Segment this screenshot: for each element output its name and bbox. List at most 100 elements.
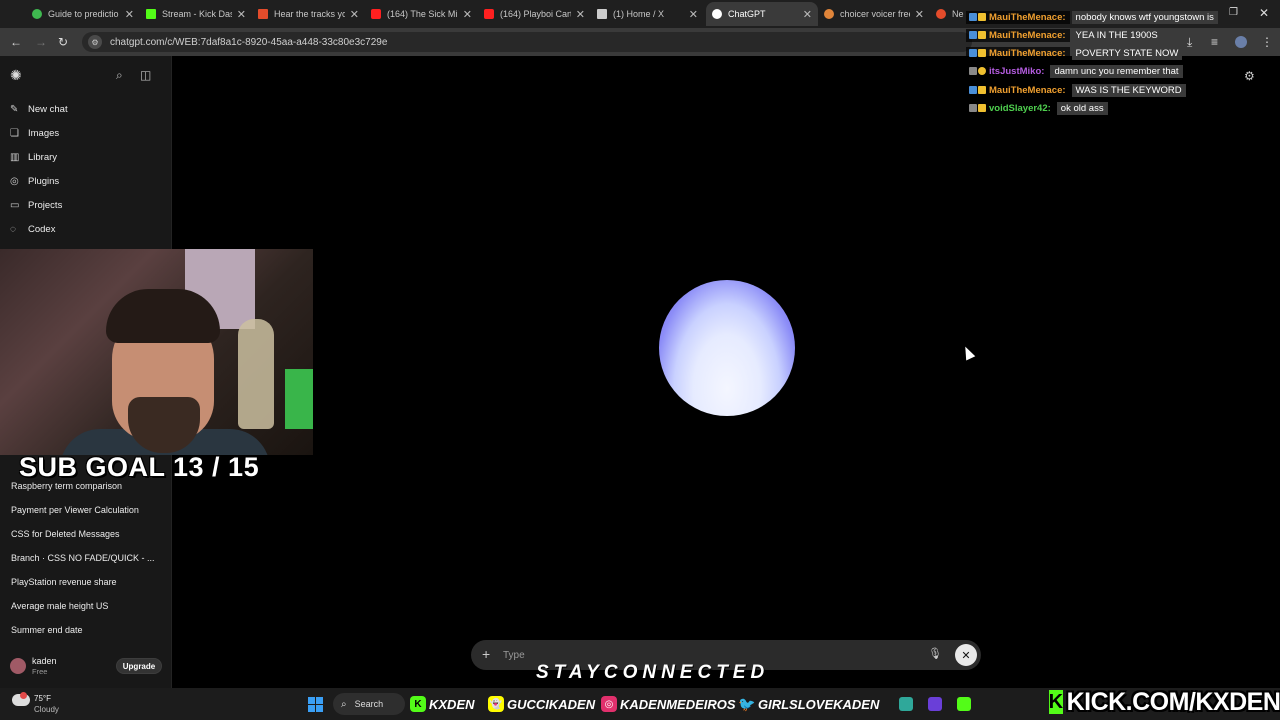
sidebar-toggle-icon[interactable]: ◫ (140, 68, 151, 82)
tab-title: Guide to predictio (48, 9, 119, 19)
close-window-icon[interactable]: ✕ (1259, 6, 1269, 20)
tab-favicon-icon (824, 9, 834, 19)
sidebar-item-label: Plugins (28, 176, 60, 187)
tab-close-icon[interactable]: ✕ (463, 8, 472, 21)
sidebar-item-projects[interactable]: ▭ Projects (10, 200, 62, 211)
chat-badges (966, 46, 989, 60)
weather-condition[interactable]: Cloudy (34, 705, 59, 714)
chat-badges (966, 101, 989, 115)
weather-temperature[interactable]: 75°F (34, 694, 51, 703)
browser-tab[interactable]: Guide to predictio ✕ (26, 4, 140, 24)
browser-tab[interactable]: Stream - Kick Dash ✕ (140, 4, 252, 24)
microphone-icon[interactable]: 🎙 (928, 647, 942, 660)
chat-message: voidSlayer42: ok old ass (966, 101, 1108, 115)
tab-close-icon[interactable]: ✕ (689, 8, 698, 21)
windows-start-icon[interactable] (308, 697, 323, 712)
search-icon: ⌕ (341, 698, 347, 710)
chat-text: YEA IN THE 1900S (1071, 28, 1162, 42)
social-handle-text: KADENMEDEIROS (620, 696, 736, 712)
upgrade-button[interactable]: Upgrade (116, 658, 162, 674)
chat-history-item[interactable]: CSS for Deleted Messages (11, 529, 120, 539)
tab-title: Hear the tracks you (274, 9, 345, 19)
browser-tab[interactable]: choicer voicer free ✕ (818, 4, 930, 24)
tab-search-icon[interactable]: ≡ (1211, 35, 1218, 49)
sidebar-item-images[interactable]: ❏ Images (10, 128, 59, 139)
profile-avatar[interactable] (1235, 36, 1247, 48)
chat-username: MauiTheMenace: (989, 10, 1070, 24)
browser-tab-active[interactable]: ChatGPT ✕ (706, 2, 818, 26)
edit-icon: ✎ (10, 104, 19, 115)
sidebar-item-new-chat[interactable]: ✎ New chat (10, 104, 68, 115)
sidebar-item-codex[interactable]: ◌ Codex (10, 224, 55, 235)
kick-icon: K (410, 696, 426, 712)
chat-text: damn unc you remember that (1050, 64, 1183, 78)
mouse-cursor-icon (960, 344, 976, 361)
tab-close-icon[interactable]: ✕ (803, 8, 812, 21)
voice-mode-orb (659, 280, 795, 416)
chat-username: MauiTheMenace: (989, 83, 1070, 97)
library-icon: ▥ (10, 152, 20, 163)
sidebar-item-plugins[interactable]: ◎ Plugins (10, 176, 59, 187)
stay-connected-overlay: STAYCONNECTED (536, 662, 770, 683)
forward-icon[interactable]: → (35, 35, 47, 49)
sub-goal-overlay: SUB GOAL 13 / 15 (19, 452, 260, 482)
browser-tab[interactable]: (164) The Sick Min ✕ (365, 4, 478, 24)
chat-badges (966, 10, 989, 24)
sliders-icon[interactable]: ⚙ (1244, 69, 1255, 83)
gift-badge-icon (978, 67, 986, 75)
sub-badge-icon (969, 13, 977, 21)
sub-badge-icon (969, 67, 977, 75)
chat-history-item[interactable]: Branch · CSS NO FADE/QUICK - ... (11, 553, 155, 563)
kick-url-text: KICK.COM/KXDEN (1066, 687, 1280, 716)
webcam-feed (0, 249, 313, 455)
tab-favicon-icon (258, 9, 268, 19)
chat-badges (966, 28, 989, 42)
chat-history-item[interactable]: Payment per Viewer Calculation (11, 505, 139, 515)
tab-close-icon[interactable]: ✕ (576, 8, 585, 21)
site-info-icon[interactable]: ⚙ (88, 35, 102, 49)
browser-tab[interactable]: Ne (930, 4, 970, 24)
sidebar-item-library[interactable]: ▥ Library (10, 152, 57, 163)
user-account[interactable]: kaden Free (10, 656, 57, 676)
projects-icon: ▭ (10, 200, 20, 211)
sub-badge-icon (969, 104, 977, 112)
reload-icon[interactable]: ↻ (58, 35, 68, 49)
end-voice-button[interactable]: ✕ (955, 644, 977, 666)
chat-badges (966, 64, 989, 78)
chat-history-item[interactable]: PlayStation revenue share (11, 577, 117, 587)
social-handle-text: GIRLSLOVEKADEN (758, 696, 880, 712)
kick-app-icon[interactable] (957, 697, 971, 711)
chat-history-item[interactable]: Average male height US (11, 601, 108, 611)
taskbar-search[interactable]: ⌕ Search (333, 693, 405, 715)
grid-app-icon[interactable] (928, 697, 942, 711)
tab-title: ChatGPT (728, 9, 766, 19)
social-handle-text: KXDEN (429, 696, 475, 712)
sidebar-item-label: New chat (28, 104, 68, 115)
search-icon[interactable]: ⌕ (116, 68, 123, 83)
browser-tab[interactable]: Hear the tracks you ✕ (252, 4, 365, 24)
browser-tab[interactable]: (164) Playboi Carti ✕ (478, 4, 591, 24)
tab-close-icon[interactable]: ✕ (915, 8, 924, 21)
sidebar-item-label: Projects (28, 200, 63, 211)
app-icon[interactable] (899, 697, 913, 711)
tab-close-icon[interactable]: ✕ (125, 8, 134, 21)
streamer-hair (106, 289, 220, 343)
browser-tab[interactable]: (1) Home / X ✕ (591, 4, 704, 24)
tab-favicon-icon (146, 9, 156, 19)
back-icon[interactable]: ← (10, 35, 22, 49)
user-name: kaden (32, 656, 57, 666)
tab-close-icon[interactable]: ✕ (350, 8, 359, 21)
skeleton-decoration (238, 319, 274, 429)
instagram-icon: ◎ (601, 696, 617, 712)
search-label: Search (354, 699, 384, 709)
download-icon[interactable]: ⤓ (1187, 35, 1192, 50)
message-input[interactable] (503, 647, 883, 663)
tab-close-icon[interactable]: ✕ (237, 8, 246, 21)
menu-icon[interactable]: ⋮ (1261, 35, 1273, 49)
chat-text: POVERTY STATE NOW (1071, 46, 1183, 60)
omnibox[interactable]: ⚙ chatgpt.com/c/WEB:7daf8a1c-8920-45aa-a… (82, 32, 972, 52)
restore-window-icon[interactable]: ❐ (1229, 7, 1238, 18)
openai-logo-icon[interactable]: ✺ (10, 67, 22, 84)
plus-icon[interactable]: + (482, 646, 490, 662)
chat-history-item[interactable]: Summer end date (11, 625, 83, 635)
